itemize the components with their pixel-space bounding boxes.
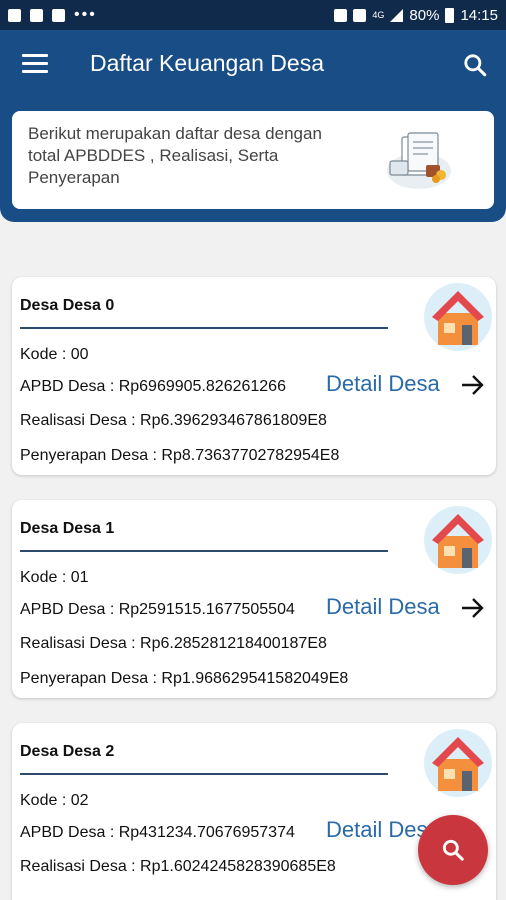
desa-card[interactable]: Desa Desa 1 Kode : 01 APBD Desa : Rp2591… <box>12 500 496 698</box>
search-fab[interactable] <box>418 815 488 885</box>
desa-realisasi: Realisasi Desa : Rp6.396293467861809E8 <box>20 412 327 429</box>
detail-desa-link[interactable]: Detail Desa <box>326 371 440 397</box>
desa-kode: Kode : 01 <box>20 569 89 586</box>
battery-icon <box>445 7 455 23</box>
search-icon <box>442 839 464 861</box>
documents-illustration-icon <box>387 132 451 189</box>
arrow-right-icon[interactable] <box>460 374 486 396</box>
network-type: 4G <box>372 10 385 20</box>
desa-realisasi: Realisasi Desa : Rp6.285281218400187E8 <box>20 635 327 652</box>
desa-realisasi: Realisasi Desa : Rp1.6024245828390685E8 <box>20 858 336 875</box>
divider <box>20 327 388 329</box>
more-notifications-icon: ••• <box>74 6 97 23</box>
house-icon <box>424 729 492 797</box>
nfc-icon <box>334 8 348 22</box>
divider <box>20 773 388 775</box>
desa-name: Desa Desa 2 <box>20 743 115 760</box>
house-icon <box>424 283 492 351</box>
clock: 14:15 <box>460 6 498 24</box>
divider <box>20 550 388 552</box>
info-text: Berikut merupakan daftar desa dengan tot… <box>28 124 322 187</box>
desa-kode: Kode : 00 <box>20 346 89 363</box>
search-icon[interactable] <box>462 52 488 78</box>
desa-card[interactable]: Desa Desa 0 Kode : 00 APBD Desa : Rp6969… <box>12 277 496 475</box>
chart-icon <box>52 8 65 22</box>
calendar-icon <box>30 8 43 22</box>
menu-icon[interactable] <box>22 54 48 74</box>
vibrate-icon <box>353 8 367 22</box>
status-left-icons: ••• <box>8 6 97 24</box>
desa-name: Desa Desa 1 <box>20 520 115 537</box>
battery-percent: 80% <box>409 6 440 24</box>
desa-apbd: APBD Desa : Rp431234.70676957374 <box>20 824 295 841</box>
signal-icon <box>390 8 404 22</box>
desa-apbd: APBD Desa : Rp6969905.826261266 <box>20 378 286 395</box>
house-icon <box>424 506 492 574</box>
page-title: Daftar Keuangan Desa <box>90 50 324 76</box>
desa-kode: Kode : 02 <box>20 792 89 809</box>
desa-penyerapan: Penyerapan Desa : Rp1.968629541582049E8 <box>20 670 349 687</box>
desa-penyerapan: Penyerapan Desa : Rp8.73637702782954E8 <box>20 447 340 464</box>
detail-desa-link[interactable]: Detail Desa <box>326 594 440 620</box>
status-bar: ••• 4G 80% 14:15 <box>0 0 506 30</box>
status-right-icons: 4G 80% 14:15 <box>334 7 498 24</box>
arrow-right-icon[interactable] <box>460 597 486 619</box>
desa-name: Desa Desa 0 <box>20 297 115 314</box>
info-card: Berikut merupakan daftar desa dengan tot… <box>12 111 494 209</box>
desa-apbd: APBD Desa : Rp2591515.1677505504 <box>20 601 295 618</box>
desa-card[interactable]: Desa Desa 2 Kode : 02 APBD Desa : Rp4312… <box>12 723 496 900</box>
gallery-icon <box>8 8 21 22</box>
